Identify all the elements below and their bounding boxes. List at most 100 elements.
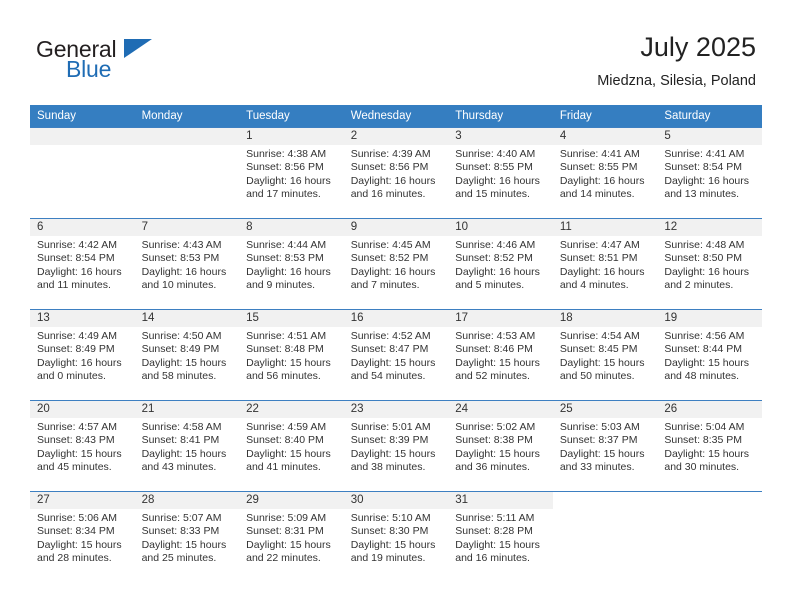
day-detail-line: Sunrise: 4:40 AM [455,148,536,160]
day-detail-line: Sunrise: 4:49 AM [37,330,117,342]
day-detail-line: Daylight: 15 hours [664,356,750,369]
day-number: 1 [239,128,344,145]
day-cell-details: Sunrise: 4:51 AM Sunset: 8:48 PM Daylight:… [239,327,344,384]
day-detail-line: Sunrise: 5:11 AM [455,512,535,524]
day-detail-line: Daylight: 15 hours [246,356,331,369]
title-block: July 2025 Miedzna, Silesia, Poland [597,30,756,92]
day-number: 8 [239,219,344,236]
day-detail-line: Sunset: 8:38 PM [455,434,533,447]
day-detail-line: Sunset: 8:52 PM [350,252,429,265]
calendar-day-cell[interactable]: 3 Sunrise: 4:40 AM Sunset: 8:55 PM Daylight… [448,127,553,219]
day-number: 14 [134,310,240,327]
calendar-day-cell[interactable]: 4 Sunrise: 4:41 AM Sunset: 8:55 PM Daylight… [552,127,658,219]
day-detail-line: and 15 minutes. [455,188,530,201]
weekday-header-thursday: Thursday [448,105,553,128]
day-cell-details: Sunrise: 5:06 AM Sunset: 8:34 PM Daylight:… [30,509,135,566]
day-detail-line: Sunset: 8:50 PM [664,252,743,265]
calendar-day-cell[interactable]: 11 Sunrise: 4:47 AM Sunset: 8:51 PM Dayligh… [552,218,658,310]
day-cell-details: Sunrise: 4:43 AM Sunset: 8:53 PM Daylight:… [135,236,240,293]
calendar-day-cell[interactable]: 5 Sunrise: 4:41 AM Sunset: 8:54 PM Daylight… [657,127,762,219]
day-detail-line: Daylight: 16 hours [559,174,645,187]
day-detail-line: Daylight: 16 hours [559,265,645,278]
calendar-day-cell[interactable]: 18 Sunrise: 4:54 AM Sunset: 8:45 PM Dayligh… [552,309,658,401]
day-cell-inner [552,492,658,582]
day-cell-details: Sunrise: 4:44 AM Sunset: 8:53 PM Daylight:… [239,236,344,293]
day-cell-details: Sunrise: 4:47 AM Sunset: 8:51 PM Daylight:… [553,236,658,293]
day-detail-line: Daylight: 15 hours [559,356,645,369]
day-cell-inner: 10 Sunrise: 4:46 AM Sunset: 8:52 PM Dayligh… [448,219,553,309]
day-number: 2 [343,128,449,145]
day-cell-details: Sunrise: 5:01 AM Sunset: 8:39 PM Daylight:… [344,418,449,475]
calendar-day-cell[interactable]: 12 Sunrise: 4:48 AM Sunset: 8:50 PM Dayligh… [657,218,762,310]
calendar-day-cell[interactable]: 14 Sunrise: 4:50 AM Sunset: 8:49 PM Dayligh… [134,309,240,401]
day-detail-line: Daylight: 16 hours [455,174,540,187]
day-cell-details: Sunrise: 5:04 AM Sunset: 8:35 PM Daylight:… [657,418,762,475]
day-detail-line: and 41 minutes. [246,461,321,474]
calendar-day-cell[interactable]: 24 Sunrise: 5:02 AM Sunset: 8:38 PM Dayligh… [448,400,553,492]
day-detail-line: Sunset: 8:40 PM [246,434,324,447]
day-detail-line: Sunset: 8:34 PM [37,525,115,538]
weekday-header-row: Sunday Monday Tuesday Wednesday Thursday Frid… [30,105,762,128]
day-number: 31 [448,492,553,509]
calendar-day-cell[interactable]: 1 Sunrise: 4:38 AM Sunset: 8:56 PM Daylight… [239,127,344,219]
day-number [552,492,658,509]
calendar-day-cell[interactable]: 21 Sunrise: 4:58 AM Sunset: 8:41 PM Dayligh… [134,400,240,492]
day-detail-line: Daylight: 16 hours [664,265,750,278]
calendar-day-cell[interactable]: 25 Sunrise: 5:03 AM Sunset: 8:37 PM Dayligh… [552,400,658,492]
day-cell-details: Sunrise: 4:46 AM Sunset: 8:52 PM Daylight:… [448,236,553,293]
day-detail-line: and 16 minutes. [350,188,426,201]
day-detail-line: and 43 minutes. [141,461,217,474]
calendar-day-cell[interactable]: 8 Sunrise: 4:44 AM Sunset: 8:53 PM Daylight… [239,218,344,310]
day-cell-details: Sunrise: 4:50 AM Sunset: 8:49 PM Daylight:… [135,327,240,384]
day-detail-line: Sunrise: 4:42 AM [37,239,117,251]
day-number: 15 [239,310,344,327]
brand-logo[interactable]: General Blue [36,36,216,84]
day-number: 30 [343,492,449,509]
day-detail-line: Sunset: 8:49 PM [37,343,115,356]
day-cell-inner: 3 Sunrise: 4:40 AM Sunset: 8:55 PM Daylight… [448,128,553,218]
day-detail-line: and 25 minutes. [141,552,217,565]
calendar-day-cell[interactable]: 23 Sunrise: 5:01 AM Sunset: 8:39 PM Dayligh… [343,400,449,492]
calendar-day-cell[interactable]: 15 Sunrise: 4:51 AM Sunset: 8:48 PM Dayligh… [239,309,344,401]
calendar-day-cell[interactable]: 13 Sunrise: 4:49 AM Sunset: 8:49 PM Dayligh… [30,309,135,401]
day-detail-line: Sunset: 8:51 PM [559,252,638,265]
day-detail-line: Daylight: 15 hours [141,356,227,369]
day-number: 16 [343,310,449,327]
calendar-body: 1 Sunrise: 4:38 AM Sunset: 8:56 PM Daylight… [30,127,762,582]
day-cell-inner: 2 Sunrise: 4:39 AM Sunset: 8:56 PM Daylight… [343,128,449,218]
calendar-day-cell[interactable]: 17 Sunrise: 4:53 AM Sunset: 8:46 PM Dayligh… [448,309,553,401]
weekday-header-wednesday: Wednesday [343,105,449,128]
day-detail-line: and 11 minutes. [37,279,111,292]
day-number: 18 [552,310,658,327]
calendar-day-cell[interactable]: 27 Sunrise: 5:06 AM Sunset: 8:34 PM Dayligh… [30,491,135,582]
day-detail-line: Sunset: 8:46 PM [455,343,533,356]
day-detail-line: and 0 minutes. [37,370,106,383]
day-detail-line: and 38 minutes. [350,461,426,474]
day-cell-inner: 15 Sunrise: 4:51 AM Sunset: 8:48 PM Dayligh… [239,310,344,400]
calendar-day-cell[interactable]: 28 Sunrise: 5:07 AM Sunset: 8:33 PM Dayligh… [134,491,240,582]
calendar-day-cell[interactable]: 20 Sunrise: 4:57 AM Sunset: 8:43 PM Dayligh… [30,400,135,492]
calendar-day-cell[interactable]: 6 Sunrise: 4:42 AM Sunset: 8:54 PM Daylight… [30,218,135,310]
calendar-day-cell[interactable]: 7 Sunrise: 4:43 AM Sunset: 8:53 PM Daylight… [134,218,240,310]
calendar-day-cell[interactable]: 2 Sunrise: 4:39 AM Sunset: 8:56 PM Daylight… [343,127,449,219]
calendar-day-cell[interactable]: 9 Sunrise: 4:45 AM Sunset: 8:52 PM Daylight… [343,218,449,310]
calendar-day-cell[interactable]: 22 Sunrise: 4:59 AM Sunset: 8:40 PM Dayligh… [239,400,344,492]
day-number: 29 [239,492,344,509]
calendar-day-cell[interactable]: 26 Sunrise: 5:04 AM Sunset: 8:35 PM Dayligh… [657,400,762,492]
day-number: 11 [552,219,658,236]
calendar-day-cell[interactable]: 10 Sunrise: 4:46 AM Sunset: 8:52 PM Dayligh… [448,218,553,310]
brand-name-blue: Blue [66,56,112,82]
day-number: 12 [657,219,762,236]
day-detail-line: Sunrise: 4:47 AM [559,239,640,251]
calendar-day-cell[interactable]: 29 Sunrise: 5:09 AM Sunset: 8:31 PM Dayligh… [239,491,344,582]
day-detail-line: Sunset: 8:56 PM [350,161,429,174]
day-cell-inner: 23 Sunrise: 5:01 AM Sunset: 8:39 PM Dayligh… [343,401,449,491]
calendar-grid: Sunday Monday Tuesday Wednesday Thursday Frid… [30,105,762,582]
day-detail-line: and 4 minutes. [559,279,629,292]
day-detail-line: Sunrise: 4:58 AM [141,421,222,433]
calendar-day-cell[interactable]: 31 Sunrise: 5:11 AM Sunset: 8:28 PM Dayligh… [448,491,553,582]
calendar-day-cell[interactable]: 16 Sunrise: 4:52 AM Sunset: 8:47 PM Dayligh… [343,309,449,401]
day-detail-line: Sunset: 8:56 PM [246,161,324,174]
calendar-day-cell[interactable]: 19 Sunrise: 4:56 AM Sunset: 8:44 PM Dayligh… [657,309,762,401]
calendar-day-cell[interactable]: 30 Sunrise: 5:10 AM Sunset: 8:30 PM Dayligh… [343,491,449,582]
